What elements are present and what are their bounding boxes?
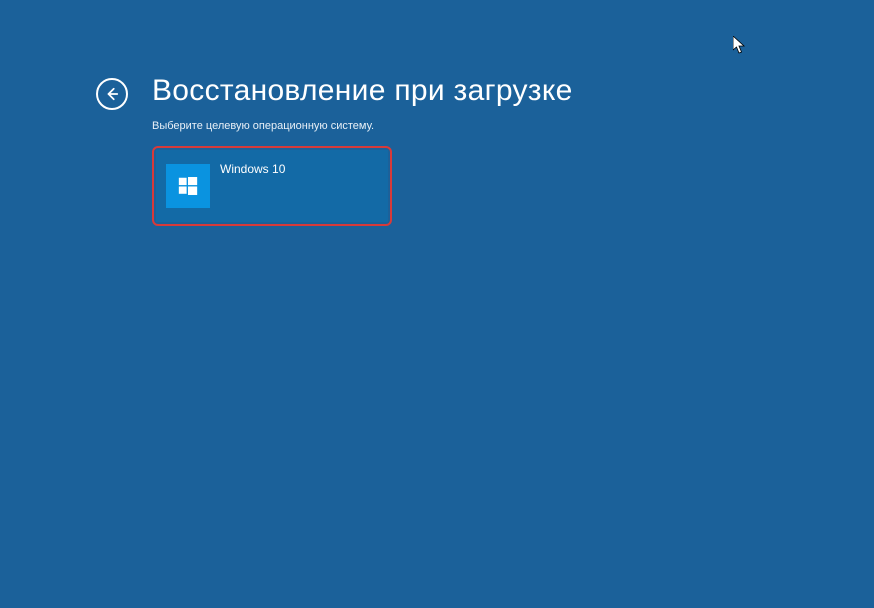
recovery-screen: Восстановление при загрузке Выберите цел…: [0, 0, 874, 226]
page-subtitle: Выберите целевую операционную систему.: [152, 120, 874, 132]
back-button[interactable]: [96, 78, 128, 110]
back-arrow-icon: [105, 87, 119, 101]
os-option-label: Windows 10: [220, 162, 285, 176]
windows-logo-icon: [166, 164, 210, 208]
os-option-windows10[interactable]: Windows 10: [156, 150, 388, 222]
page-title: Восстановление при загрузке: [152, 74, 573, 108]
header-row: Восстановление при загрузке: [96, 72, 874, 110]
os-tile-highlight: Windows 10: [152, 146, 392, 226]
